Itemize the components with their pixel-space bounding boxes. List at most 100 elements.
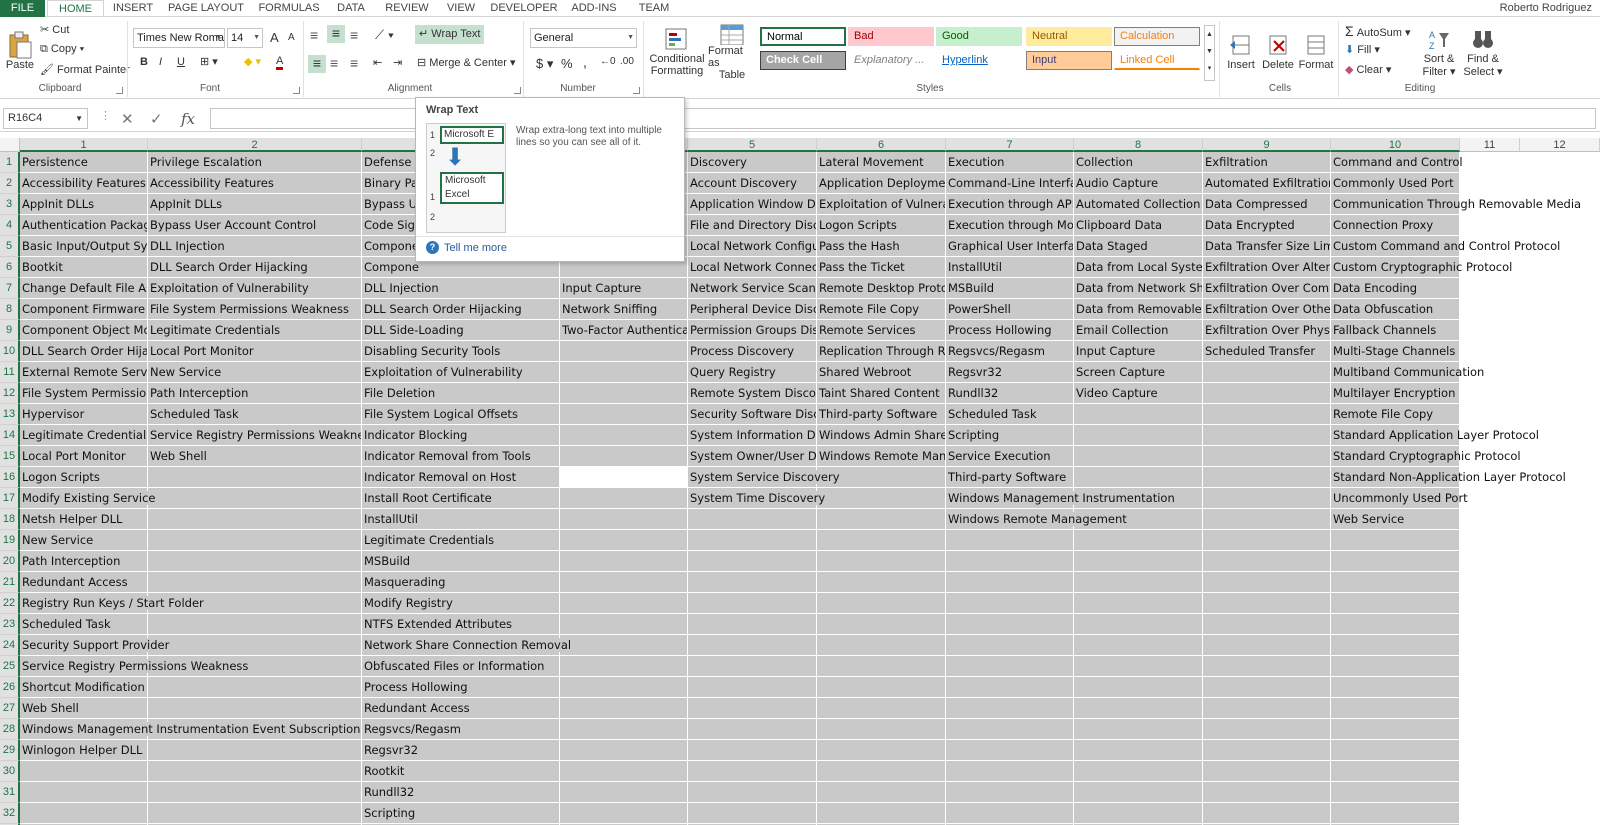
fill-button[interactable]: ⬇ Fill ▾ — [1345, 43, 1380, 56]
cell-r12-c6[interactable]: Taint Shared Content — [817, 383, 946, 404]
row-header-2[interactable]: 2 — [0, 173, 20, 194]
cell-r26-c3[interactable]: Process Hollowing — [362, 677, 560, 698]
cell-r20-c2[interactable] — [148, 551, 362, 572]
cell-r28-c4[interactable] — [560, 719, 688, 740]
row-header-3[interactable]: 3 — [0, 194, 20, 215]
cell-r30-c7[interactable] — [946, 761, 1074, 782]
cell-r2-c2[interactable]: Accessibility Features — [148, 173, 362, 194]
cell-r6-c1[interactable]: Bootkit — [20, 257, 148, 278]
row-header-31[interactable]: 31 — [0, 782, 20, 803]
cell-r15-c5[interactable]: System Owner/User Disc — [688, 446, 817, 467]
cell-r12-c9[interactable] — [1203, 383, 1331, 404]
cell-r19-c6[interactable] — [817, 530, 946, 551]
cell-r28-c7[interactable] — [946, 719, 1074, 740]
cell-r31-c7[interactable] — [946, 782, 1074, 803]
cell-r23-c4[interactable] — [560, 614, 688, 635]
cell-r9-c10[interactable]: Fallback Channels — [1331, 320, 1460, 341]
cell-r9-c5[interactable]: Permission Groups Disco — [688, 320, 817, 341]
cell-r31-c4[interactable] — [560, 782, 688, 803]
row-header-24[interactable]: 24 — [0, 635, 20, 656]
cell-r4-c10[interactable]: Connection Proxy — [1331, 215, 1460, 236]
cell-r18-c4[interactable] — [560, 509, 688, 530]
cell-r17-c5[interactable]: System Time Discovery — [688, 488, 826, 509]
cell-r4-c8[interactable]: Clipboard Data — [1074, 215, 1203, 236]
cell-r19-c7[interactable] — [946, 530, 1074, 551]
cell-r7-c2[interactable]: Exploitation of Vulnerability — [148, 278, 362, 299]
cell-r25-c10[interactable] — [1331, 656, 1460, 677]
align-center-icon[interactable]: ≡ — [330, 55, 338, 71]
align-left-icon[interactable]: ≡ — [308, 55, 326, 73]
tab-page-layout[interactable]: PAGE LAYOUT — [162, 0, 250, 17]
cell-r9-c9[interactable]: Exfiltration Over Physica — [1203, 320, 1331, 341]
cell-r25-c7[interactable] — [946, 656, 1074, 677]
cell-r4-c2[interactable]: Bypass User Account Control — [148, 215, 362, 236]
cell-r20-c3[interactable]: MSBuild — [362, 551, 560, 572]
cell-r17-c4[interactable] — [560, 488, 688, 509]
cell-r22-c9[interactable] — [1203, 593, 1331, 614]
cell-r23-c9[interactable] — [1203, 614, 1331, 635]
cell-r25-c3[interactable]: Obfuscated Files or Information — [362, 656, 560, 677]
cell-r20-c4[interactable] — [560, 551, 688, 572]
cell-r23-c10[interactable] — [1331, 614, 1460, 635]
cell-r15-c7[interactable]: Service Execution — [946, 446, 1074, 467]
cell-r22-c5[interactable] — [688, 593, 817, 614]
cell-r6-c7[interactable]: InstallUtil — [946, 257, 1074, 278]
cell-r2-c5[interactable]: Account Discovery — [688, 173, 817, 194]
cell-r9-c3[interactable]: DLL Side-Loading — [362, 320, 560, 341]
cell-r18-c1[interactable]: Netsh Helper DLL — [20, 509, 148, 530]
cell-r30-c9[interactable] — [1203, 761, 1331, 782]
cell-r13-c3[interactable]: File System Logical Offsets — [362, 404, 560, 425]
cell-r24-c5[interactable] — [688, 635, 817, 656]
cell-r7-c7[interactable]: MSBuild — [946, 278, 1074, 299]
alignment-launcher[interactable] — [514, 87, 521, 94]
cell-r20-c7[interactable] — [946, 551, 1074, 572]
cell-r16-c9[interactable] — [1203, 467, 1331, 488]
cell-r12-c7[interactable]: Rundll32 — [946, 383, 1074, 404]
cell-r24-c4[interactable] — [560, 635, 688, 656]
cut-button[interactable]: ✂ Cut — [40, 23, 69, 36]
orientation-icon[interactable]: ⟋ ▾ — [375, 27, 394, 43]
cell-r28-c6[interactable] — [817, 719, 946, 740]
cell-r14-c8[interactable] — [1074, 425, 1203, 446]
cell-r21-c2[interactable] — [148, 572, 362, 593]
cell-r31-c6[interactable] — [817, 782, 946, 803]
cell-r21-c1[interactable]: Redundant Access — [20, 572, 148, 593]
increase-decimal-icon[interactable]: ←0 — [600, 56, 616, 67]
cell-r16-c3[interactable]: Indicator Removal on Host — [362, 467, 560, 488]
cell-r14-c1[interactable]: Legitimate Credentials — [20, 425, 148, 446]
cell-r20-c10[interactable] — [1331, 551, 1460, 572]
cell-r20-c6[interactable] — [817, 551, 946, 572]
cell-r11-c3[interactable]: Exploitation of Vulnerability — [362, 362, 560, 383]
cell-r18-c3[interactable]: InstallUtil — [362, 509, 560, 530]
cell-r19-c3[interactable]: Legitimate Credentials — [362, 530, 560, 551]
cell-r21-c6[interactable] — [817, 572, 946, 593]
cell-r1-c2[interactable]: Privilege Escalation — [148, 152, 362, 173]
cell-r27-c3[interactable]: Redundant Access — [362, 698, 560, 719]
cell-r26-c2[interactable] — [148, 677, 362, 698]
user-name[interactable]: Roberto Rodriguez — [1500, 0, 1592, 17]
column-header-12[interactable]: 12 — [1520, 138, 1600, 152]
cell-r7-c6[interactable]: Remote Desktop Protoco — [817, 278, 946, 299]
cell-r3-c6[interactable]: Exploitation of Vulnerab — [817, 194, 946, 215]
cell-r15-c2[interactable]: Web Shell — [148, 446, 362, 467]
tell-me-more-link[interactable]: ? Tell me more — [426, 241, 507, 254]
cell-r32-c10[interactable] — [1331, 803, 1460, 824]
tab-team[interactable]: TEAM — [626, 0, 682, 17]
cell-r5-c7[interactable]: Graphical User Interface — [946, 236, 1074, 257]
row-header-7[interactable]: 7 — [0, 278, 20, 299]
style-normal[interactable]: Normal — [760, 27, 846, 46]
column-header-2[interactable]: 2 — [148, 138, 362, 152]
cell-r29-c2[interactable] — [148, 740, 362, 761]
column-header-9[interactable]: 9 — [1203, 138, 1331, 152]
cell-r24-c3[interactable]: Network Share Connection Removal — [362, 635, 572, 656]
bold-button[interactable]: B — [140, 56, 148, 68]
decrease-indent-icon[interactable]: ⇤ — [373, 56, 382, 69]
cell-r31-c8[interactable] — [1074, 782, 1203, 803]
row-header-1[interactable]: 1 — [0, 152, 20, 173]
cell-r28-c9[interactable] — [1203, 719, 1331, 740]
row-header-12[interactable]: 12 — [0, 383, 20, 404]
cell-r30-c10[interactable] — [1331, 761, 1460, 782]
cell-r2-c7[interactable]: Command-Line Interface — [946, 173, 1074, 194]
cell-r25-c6[interactable] — [817, 656, 946, 677]
cell-r29-c10[interactable] — [1331, 740, 1460, 761]
